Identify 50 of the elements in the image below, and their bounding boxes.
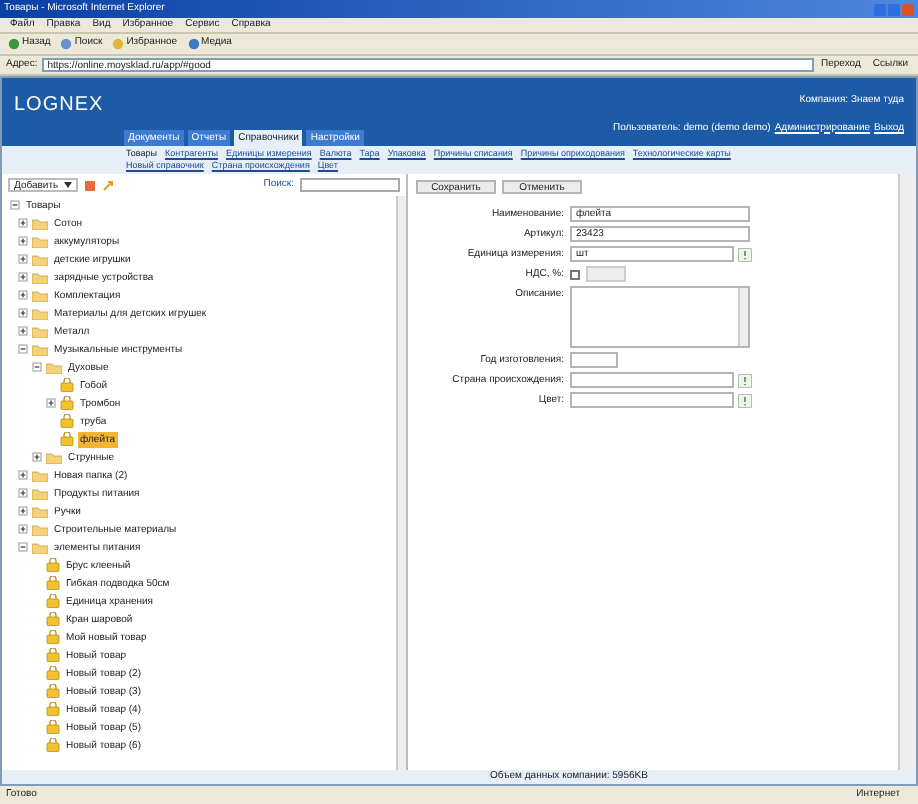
expand-icon[interactable] xyxy=(17,218,27,228)
expand-icon[interactable] xyxy=(17,524,27,534)
expand-icon[interactable] xyxy=(31,452,41,462)
input-field[interactable] xyxy=(570,392,734,408)
picker-icon[interactable] xyxy=(738,393,752,407)
item-icon xyxy=(46,666,60,680)
expand-icon[interactable] xyxy=(45,398,55,408)
input-field[interactable] xyxy=(570,372,734,388)
item-icon xyxy=(46,684,60,698)
expand-icon[interactable] xyxy=(17,290,27,300)
toolbar-icon[interactable] xyxy=(187,38,200,50)
search-field[interactable] xyxy=(300,178,400,192)
item-icon xyxy=(60,378,74,392)
spin-field[interactable] xyxy=(586,266,626,282)
collapse-icon[interactable] xyxy=(17,344,27,354)
item-icon xyxy=(46,576,60,590)
expand-icon[interactable] xyxy=(17,254,27,264)
checkbox[interactable] xyxy=(570,269,580,279)
expand-icon[interactable] xyxy=(17,506,27,516)
item-icon xyxy=(46,720,60,734)
item-icon xyxy=(46,558,60,572)
expand-icon[interactable] xyxy=(17,236,27,246)
delete-icon[interactable] xyxy=(84,179,97,191)
expand-icon[interactable] xyxy=(17,470,27,480)
logo: LOGNEX xyxy=(14,92,106,120)
toolbar-icon[interactable] xyxy=(8,38,20,50)
expand-icon[interactable] xyxy=(17,272,27,282)
item-icon xyxy=(60,432,74,446)
picker-icon[interactable] xyxy=(738,373,752,387)
collapse-icon[interactable] xyxy=(9,200,19,210)
item-icon xyxy=(60,396,74,410)
collapse-icon[interactable] xyxy=(31,362,41,372)
expand-icon[interactable] xyxy=(17,308,27,318)
toolbar-icon[interactable] xyxy=(60,38,73,50)
item-icon xyxy=(46,630,60,644)
item-icon xyxy=(46,702,60,716)
collapse-icon[interactable] xyxy=(17,542,27,552)
input-field[interactable] xyxy=(570,352,618,368)
item-icon xyxy=(60,414,74,428)
expand-icon[interactable] xyxy=(17,326,27,336)
item-icon xyxy=(46,594,60,608)
expand-icon[interactable] xyxy=(17,488,27,498)
page-scrollbar[interactable] xyxy=(898,174,916,770)
item-icon xyxy=(46,612,60,626)
text-area[interactable] xyxy=(570,286,750,348)
item-icon xyxy=(46,648,60,662)
item-icon xyxy=(46,738,60,752)
caret-icon xyxy=(64,182,73,188)
scrollbar[interactable] xyxy=(396,196,406,770)
picker-icon[interactable] xyxy=(738,247,752,261)
